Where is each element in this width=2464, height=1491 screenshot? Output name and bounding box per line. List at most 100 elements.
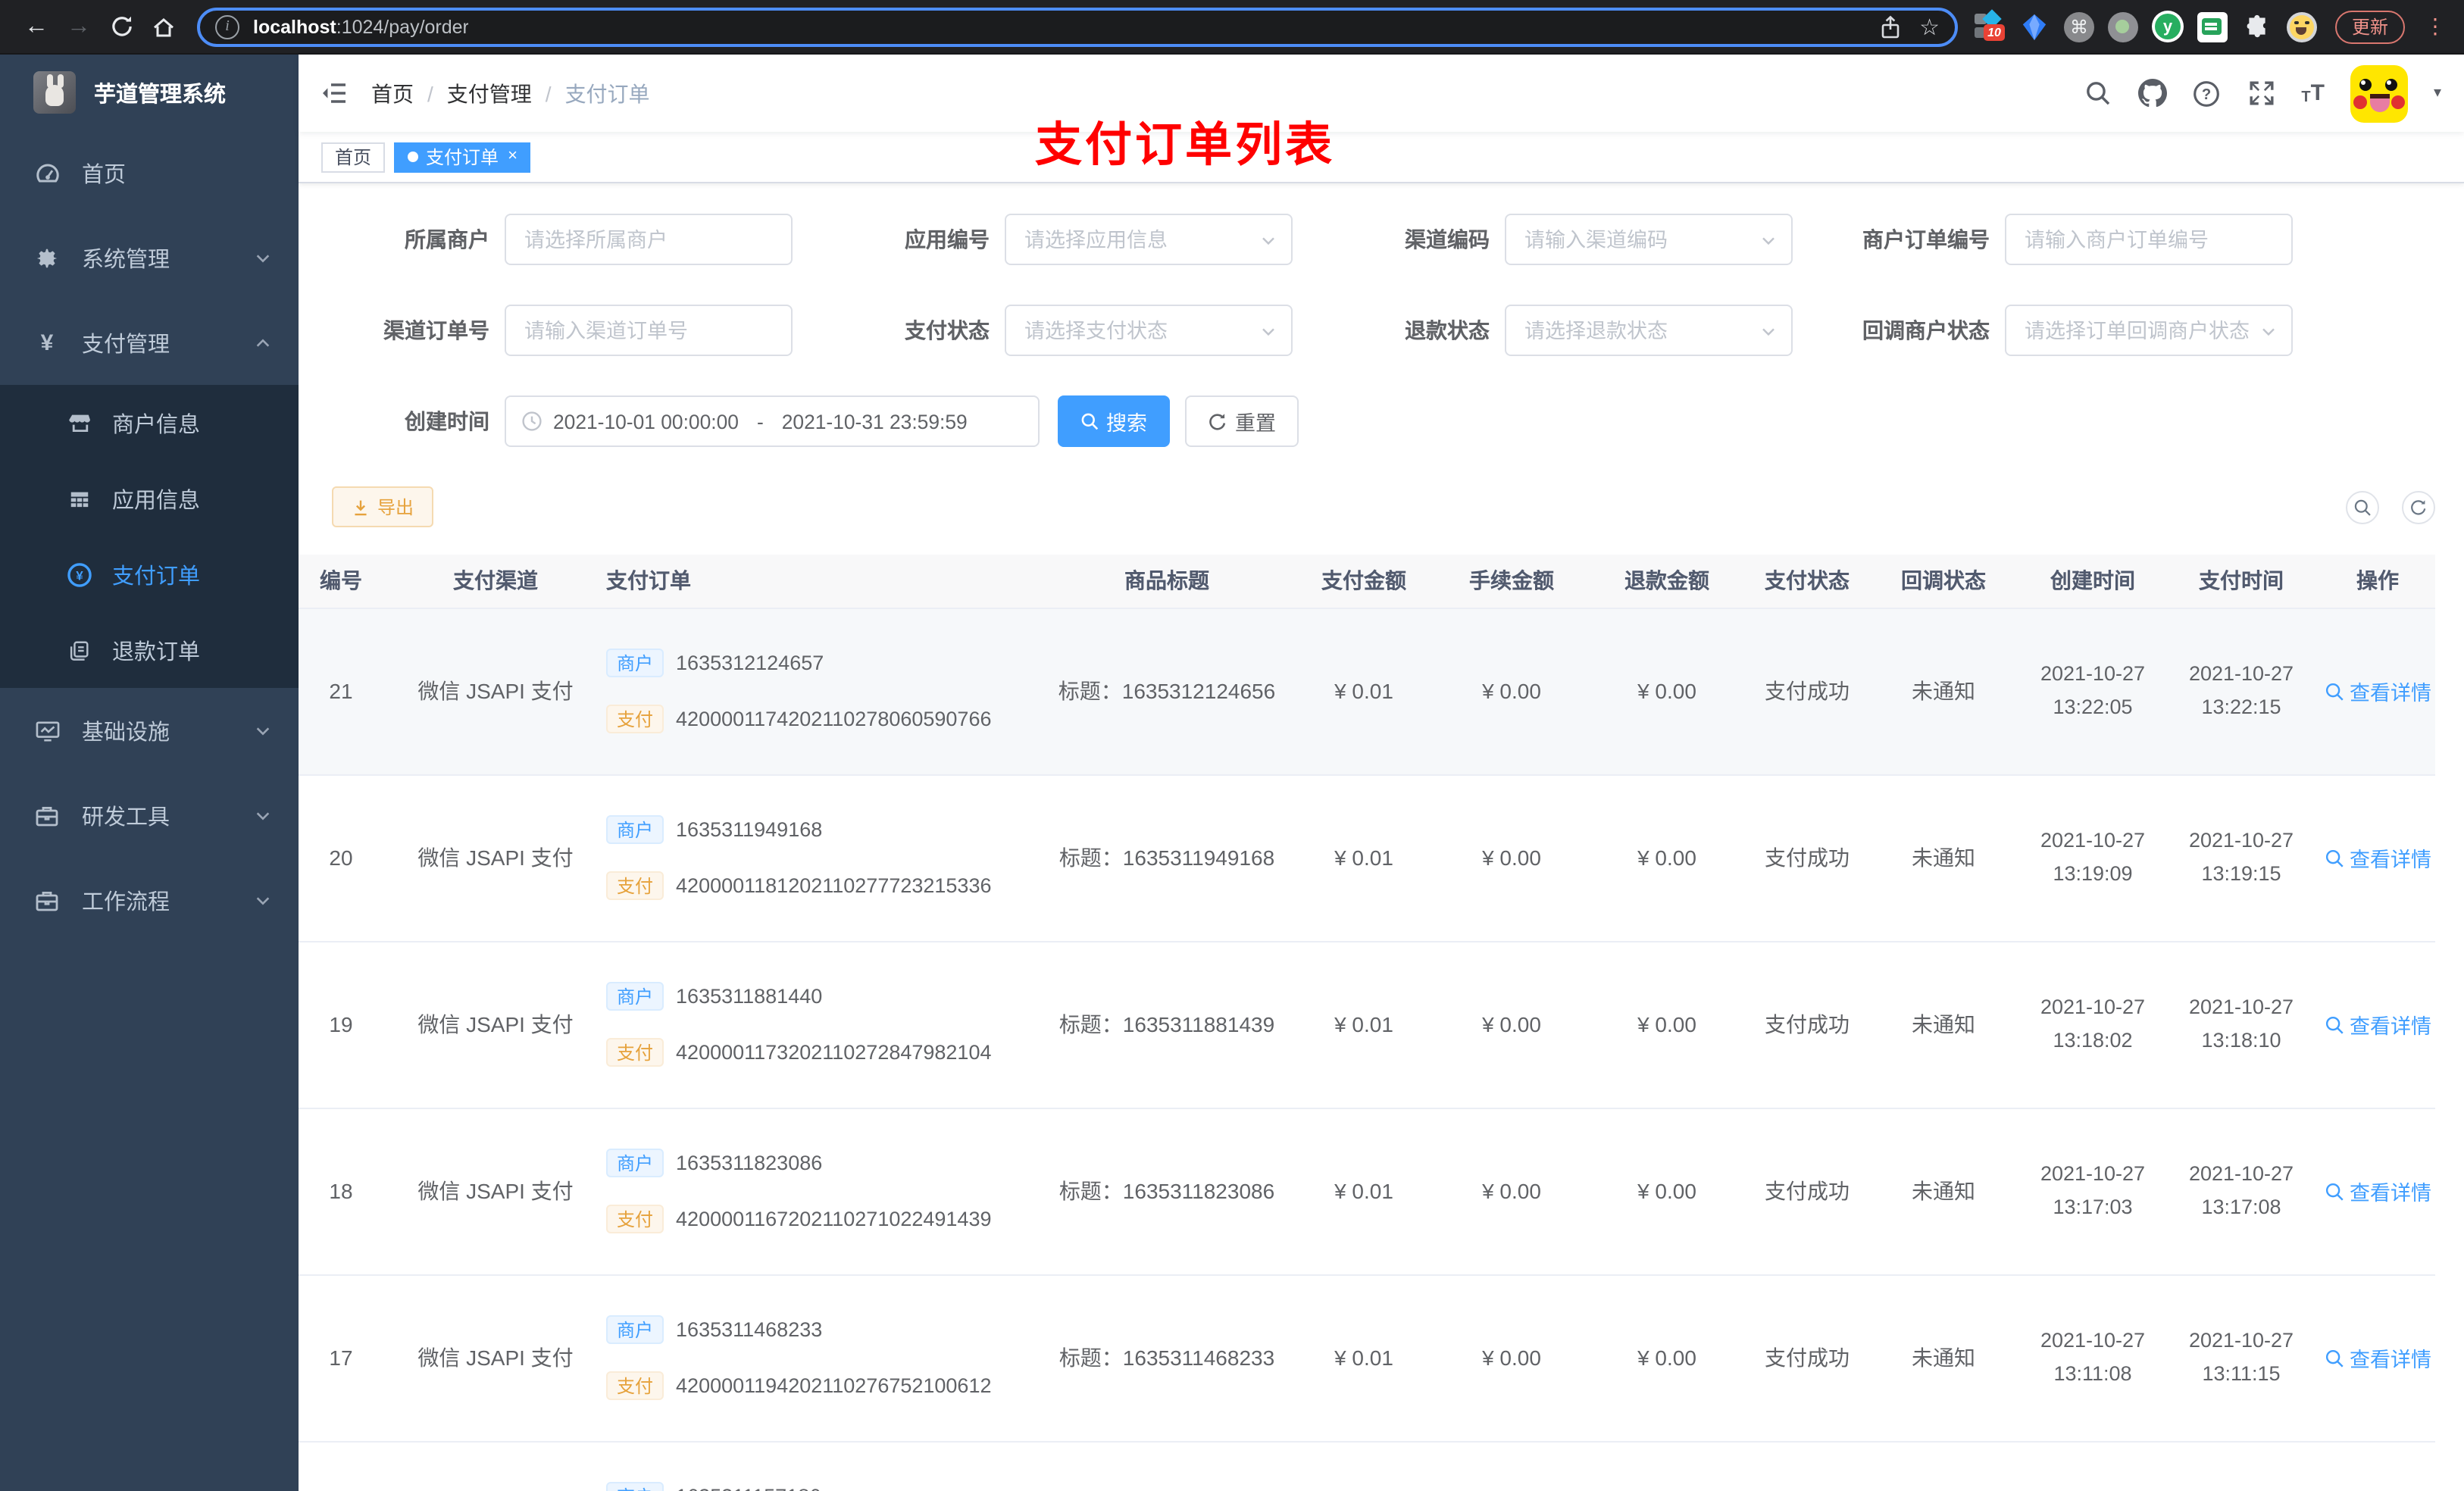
close-tab-icon[interactable]: × bbox=[508, 148, 518, 165]
pay-status-select[interactable] bbox=[1005, 305, 1293, 356]
pay-order-cell: 商户1635311157186支付 bbox=[597, 1441, 1046, 1491]
site-info-icon[interactable]: i bbox=[215, 14, 239, 39]
channel-order-no-input[interactable] bbox=[524, 319, 749, 342]
sidebar-item-home[interactable]: 首页 bbox=[0, 130, 299, 215]
export-button[interactable]: 导出 bbox=[332, 486, 434, 527]
p-tag: 支付 bbox=[606, 705, 664, 733]
page-content: 所属商户 应用编号 渠道编码 bbox=[299, 183, 2464, 1491]
sidebar-item-app-info[interactable]: 应用信息 bbox=[0, 461, 299, 536]
view-detail-link[interactable]: 查看详情 bbox=[2324, 676, 2431, 706]
pay-order-cell: 商户 1635311881440 支付 42000011732021102728479… bbox=[597, 941, 1046, 1108]
pay-time-cell: 2021-10-27 13:19:15 bbox=[2162, 774, 2320, 942]
pay-time: 13:22:15 bbox=[2201, 695, 2281, 718]
pay-channel-cell: 微信 JSAPI 支付 bbox=[394, 774, 597, 942]
user-avatar[interactable] bbox=[2350, 64, 2408, 122]
pay-date: 2021-10-27 bbox=[2188, 996, 2294, 1018]
breadcrumb-payment[interactable]: 支付管理 bbox=[447, 78, 532, 108]
browser-address-bar[interactable]: i localhost:1024/pay/order ☆ bbox=[197, 7, 1958, 46]
help-icon[interactable]: ? bbox=[2192, 79, 2221, 108]
refresh-table-icon[interactable] bbox=[2402, 490, 2435, 524]
browser-update-button[interactable]: 更新 bbox=[2334, 10, 2405, 43]
notify-status-input[interactable] bbox=[2025, 319, 2249, 342]
merchant-select-input[interactable] bbox=[524, 228, 749, 251]
page-annotation: 支付订单列表 bbox=[1035, 118, 1335, 171]
pay-time: 13:17:08 bbox=[2201, 1196, 2281, 1218]
pay-order-cell: 商户 1635311949168 支付 42000011812021102777232… bbox=[597, 774, 1046, 942]
share-icon[interactable] bbox=[1878, 14, 1901, 39]
github-icon[interactable] bbox=[2137, 79, 2167, 108]
channel-code-input[interactable] bbox=[1524, 228, 1749, 251]
chevron-down-icon bbox=[255, 807, 271, 824]
merchant-tag: 商户 bbox=[606, 815, 664, 844]
merchant-tag: 商户 bbox=[606, 1315, 664, 1344]
dot-extension-icon[interactable] bbox=[2107, 11, 2138, 42]
merchant-order-no-input[interactable] bbox=[2025, 228, 2249, 251]
bookmark-star-icon[interactable]: ☆ bbox=[1919, 13, 1940, 40]
collapse-sidebar-icon[interactable] bbox=[321, 82, 347, 105]
p-tag: 支付 bbox=[606, 1038, 664, 1067]
app-logo[interactable]: 芋道管理系统 bbox=[0, 55, 299, 130]
storefront-icon bbox=[67, 410, 92, 436]
active-tab-dot bbox=[408, 152, 419, 162]
sidebar-item-dev-tools[interactable]: 研发工具 bbox=[0, 773, 299, 858]
y-extension-icon[interactable]: y bbox=[2151, 11, 2184, 42]
pay-order-no: 4200001181202110277723215336 bbox=[676, 874, 992, 897]
reset-button[interactable]: 重置 bbox=[1185, 395, 1299, 447]
view-detail-link[interactable]: 查看详情 bbox=[2324, 1009, 2431, 1039]
sidebar-item-payment[interactable]: ¥ 支付管理 bbox=[0, 300, 299, 385]
search-icon[interactable] bbox=[2083, 79, 2112, 108]
sidebar-item-merchant-info[interactable]: 商户信息 bbox=[0, 385, 299, 461]
table-header-row: 编号 支付渠道 支付订单 商品标题 支付金额 手续金额 退款金额 支付状态 回调… bbox=[299, 555, 2435, 608]
sidebar-item-pay-order[interactable]: ¥ 支付订单 bbox=[0, 536, 299, 612]
table-row: 16微信 JSAPI 支付商户1635311157186支付 bbox=[299, 1441, 2435, 1491]
logo-rabbit-image bbox=[33, 71, 76, 114]
sidebar-item-workflow[interactable]: 工作流程 bbox=[0, 858, 299, 942]
view-detail-link[interactable]: 查看详情 bbox=[2324, 1343, 2431, 1373]
breadcrumb-home[interactable]: 首页 bbox=[371, 78, 414, 108]
extension-badge-icon[interactable]: 10 bbox=[1973, 9, 2005, 42]
create-time-cell bbox=[2023, 1441, 2162, 1491]
browser-home-button[interactable] bbox=[142, 5, 185, 48]
table-toolbar: 导出 bbox=[299, 486, 2464, 527]
sidebar-item-refund-order[interactable]: 退款订单 bbox=[0, 612, 299, 688]
app-select-input[interactable] bbox=[1024, 228, 1249, 251]
field-label-pay-status: 支付状态 bbox=[905, 318, 990, 342]
search-button[interactable]: 搜索 bbox=[1058, 395, 1170, 447]
view-detail-link[interactable]: 查看详情 bbox=[2324, 842, 2431, 873]
fullscreen-icon[interactable] bbox=[2247, 79, 2275, 108]
user-menu-caret-icon[interactable]: ▾ bbox=[2434, 85, 2441, 102]
gem-extension-icon[interactable] bbox=[2018, 11, 2050, 42]
extensions-puzzle-icon[interactable] bbox=[2241, 11, 2273, 42]
pay-amount-cell: ¥ 0.01 bbox=[1288, 774, 1440, 942]
view-detail-link[interactable]: 查看详情 bbox=[2324, 1176, 2431, 1206]
browser-menu-icon[interactable]: ⋮ bbox=[2425, 14, 2446, 39]
font-size-icon[interactable]: TT bbox=[2301, 80, 2325, 106]
toggle-search-icon[interactable] bbox=[2346, 490, 2379, 524]
command-extension-icon[interactable]: ⌘ bbox=[2063, 11, 2094, 42]
sidebar-item-label: 首页 bbox=[82, 163, 126, 187]
channel-code-select[interactable] bbox=[1505, 214, 1793, 265]
sidebar-item-system[interactable]: 系统管理 bbox=[0, 215, 299, 300]
browser-reload-button[interactable] bbox=[100, 5, 142, 48]
profile-avatar-icon[interactable] bbox=[2286, 11, 2317, 42]
merchant-tag: 商户 bbox=[606, 649, 664, 677]
create-time-range-picker[interactable]: 2021-10-01 00:00:00 - 2021-10-31 23:59:5… bbox=[505, 395, 1040, 447]
refund-status-input[interactable] bbox=[1524, 319, 1749, 342]
merchant-select[interactable] bbox=[505, 214, 793, 265]
pay-status-input[interactable] bbox=[1024, 319, 1249, 342]
view-detail-label: 查看详情 bbox=[2350, 682, 2431, 705]
tab-pay-order[interactable]: 支付订单 × bbox=[394, 142, 531, 172]
orders-table-wrap: 编号 支付渠道 支付订单 商品标题 支付金额 手续金额 退款金额 支付状态 回调… bbox=[299, 555, 2464, 1491]
sidebar-item-infrastructure[interactable]: 基础设施 bbox=[0, 688, 299, 773]
merchant-order-no-field[interactable] bbox=[2005, 214, 2293, 265]
app-select[interactable] bbox=[1005, 214, 1293, 265]
tab-home[interactable]: 首页 bbox=[321, 142, 386, 172]
merchant-order-line: 商户 1635311823086 bbox=[606, 1149, 1043, 1177]
refund-status-select[interactable] bbox=[1505, 305, 1793, 356]
notify-status-select[interactable] bbox=[2005, 305, 2293, 356]
browser-back-button[interactable]: ← bbox=[15, 5, 58, 48]
chat-extension-icon[interactable] bbox=[2197, 11, 2228, 42]
browser-forward-button[interactable]: → bbox=[58, 5, 100, 48]
pay-status-cell: 支付成功 bbox=[1750, 774, 1864, 942]
channel-order-no-field[interactable] bbox=[505, 305, 793, 356]
